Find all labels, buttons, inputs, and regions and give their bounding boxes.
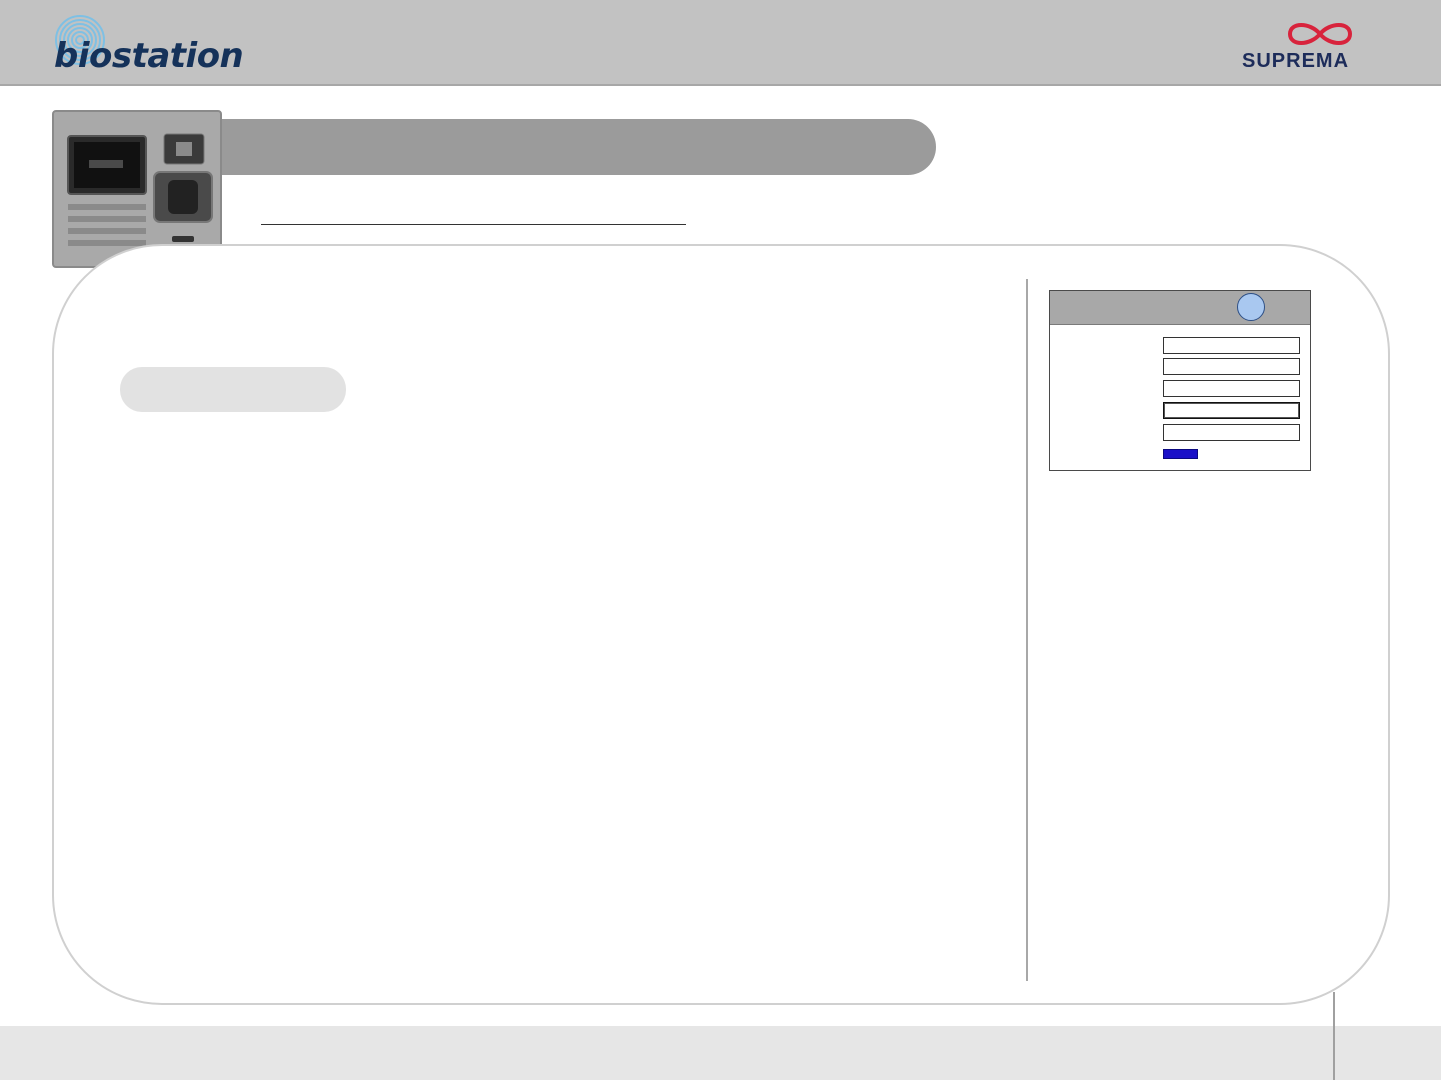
dialog-row (1050, 337, 1310, 355)
device-illustration (67, 133, 213, 246)
footer-divider (1333, 992, 1335, 1080)
footer-bar (0, 1026, 1441, 1080)
infinity-icon (1287, 23, 1353, 45)
dialog-row (1050, 424, 1310, 442)
step-badge (1237, 293, 1265, 321)
page-number (1336, 1026, 1441, 1080)
dialog-input-field[interactable] (1163, 358, 1300, 375)
dialog-row (1050, 380, 1310, 398)
subtitle-underline (261, 224, 686, 225)
dialog-title-bar (1050, 291, 1310, 325)
biostation-logo: biostation (50, 8, 250, 78)
suprema-logo-text: SUPREMA (1242, 50, 1350, 72)
dialog-row (1050, 358, 1310, 376)
vertical-divider (1026, 279, 1028, 981)
dialog-apply-button[interactable] (1163, 449, 1198, 459)
section-heading-pill (120, 367, 346, 412)
dialog-row (1050, 402, 1310, 420)
dialog-input-field[interactable] (1163, 402, 1300, 419)
biostation-logo-text: biostation (54, 36, 244, 76)
dialog-input-field[interactable] (1163, 337, 1300, 354)
dialog-input-field[interactable] (1163, 380, 1300, 397)
section-title-bar (222, 119, 936, 175)
header: biostation SUPREMA (0, 0, 1441, 86)
suprema-logo: SUPREMA (1236, 14, 1396, 74)
dialog-input-field[interactable] (1163, 424, 1300, 441)
settings-dialog (1049, 290, 1311, 471)
